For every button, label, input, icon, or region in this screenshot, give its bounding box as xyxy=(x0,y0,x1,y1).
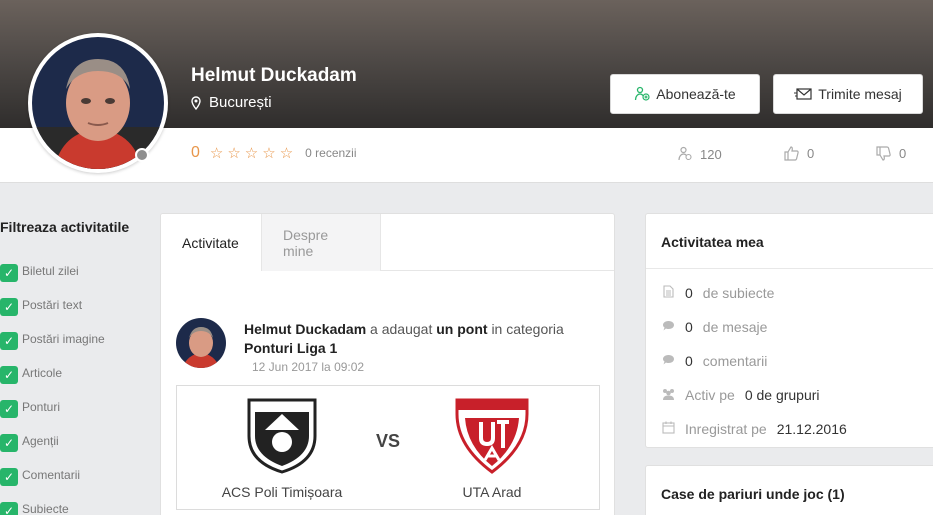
comments-count: 0 xyxy=(685,353,693,369)
groups-row: Activ pe 0 de grupuri xyxy=(646,378,933,412)
filter-label: Ponturi xyxy=(22,400,61,414)
chat-bubble-icon xyxy=(661,320,675,335)
poli-timisoara-crest-icon xyxy=(247,398,317,474)
document-icon xyxy=(661,285,675,301)
activity-filter-list: ✓ Biletul zilei ✓ Postări text ✓ Postări im… xyxy=(0,264,105,515)
checkbox-checked-icon[interactable]: ✓ xyxy=(0,298,18,316)
away-team: UTA Arad xyxy=(412,396,572,500)
bookmakers-title: Case de pariuri unde joc (1) xyxy=(661,486,845,502)
map-pin-icon xyxy=(191,95,201,110)
location-label: București xyxy=(209,94,272,111)
filter-item[interactable]: ✓ Articole xyxy=(0,366,105,400)
checkbox-checked-icon[interactable]: ✓ xyxy=(0,434,18,452)
profile-name: Helmut Duckadam xyxy=(191,65,357,86)
send-message-button[interactable]: Trimite mesaj xyxy=(773,74,923,114)
filter-item[interactable]: ✓ Postări text xyxy=(0,298,105,332)
post-category-link[interactable]: Ponturi Liga 1 xyxy=(244,340,337,356)
post-author-link[interactable]: Helmut Duckadam xyxy=(244,321,366,337)
calendar-icon xyxy=(661,421,675,437)
post-summary: Helmut Duckadam a adaugat un pont in cat… xyxy=(244,320,594,358)
group-icon xyxy=(661,388,675,403)
my-activity-title: Activitatea mea xyxy=(646,214,933,269)
registered-date: 21.12.2016 xyxy=(776,421,847,437)
filter-label: Postări imagine xyxy=(22,332,105,346)
comments-label: comentarii xyxy=(702,353,768,369)
filter-item[interactable]: ✓ Comentarii xyxy=(0,468,105,502)
followers-icon xyxy=(678,146,692,161)
post-category-prefix: in categoria xyxy=(491,321,564,337)
comment-icon xyxy=(661,354,675,369)
dislikes-count: 0 xyxy=(899,146,907,161)
checkbox-checked-icon[interactable]: ✓ xyxy=(0,366,18,384)
away-team-name: UTA Arad xyxy=(462,484,522,500)
follow-user-icon xyxy=(635,86,650,101)
registered-prefix: Inregistrat pe xyxy=(685,421,767,437)
tab-despre-mine[interactable]: Despre mine xyxy=(261,214,381,271)
filter-item[interactable]: ✓ Subiecte xyxy=(0,502,105,515)
filter-item[interactable]: ✓ Postări imagine xyxy=(0,332,105,366)
checkbox-checked-icon[interactable]: ✓ xyxy=(0,264,18,282)
envelope-icon xyxy=(794,88,812,100)
feed-tabs: Activitate Despre mine xyxy=(161,214,614,271)
post-author-avatar[interactable] xyxy=(176,318,226,368)
subjects-count: 0 xyxy=(685,285,693,301)
messages-row: 0 de mesaje xyxy=(646,310,933,344)
likes-stat[interactable]: 0 xyxy=(784,146,814,161)
filter-label: Biletul zilei xyxy=(22,264,79,278)
follow-label: Abonează-te xyxy=(656,86,736,102)
reviews-count[interactable]: 0 recenzii xyxy=(305,146,356,160)
post-date: 12 Jun 2017 la 09:02 xyxy=(252,360,365,374)
registered-row: Inregistrat pe 21.12.2016 xyxy=(646,412,933,446)
filter-item[interactable]: ✓ Ponturi xyxy=(0,400,105,434)
profile-rating: 0 ☆☆☆☆☆ 0 recenzii xyxy=(191,144,357,162)
filter-label: Agenții xyxy=(22,434,59,448)
subjects-label: de subiecte xyxy=(702,285,775,301)
followers-count: 120 xyxy=(700,146,722,162)
filter-item[interactable]: ✓ Biletul zilei xyxy=(0,264,105,298)
bookmakers-card[interactable]: Case de pariuri unde joc (1) xyxy=(645,465,933,515)
groups-prefix: Activ pe xyxy=(685,387,735,403)
checkbox-checked-icon[interactable]: ✓ xyxy=(0,468,18,486)
uta-arad-crest-icon xyxy=(455,398,529,474)
checkbox-checked-icon[interactable]: ✓ xyxy=(0,400,18,418)
post-action: a adaugat xyxy=(370,321,433,337)
messages-count: 0 xyxy=(685,319,693,335)
profile-location: București xyxy=(191,94,272,111)
followers-stat: 120 xyxy=(678,146,722,162)
rating-score: 0 xyxy=(191,144,200,161)
versus-label: VS xyxy=(376,431,401,451)
post-object-link[interactable]: un pont xyxy=(436,321,487,337)
my-activity-card: Activitatea mea 0 de subiecte 0 de mesaj… xyxy=(645,213,933,448)
groups-count: 0 de grupuri xyxy=(744,387,820,403)
filter-label: Subiecte xyxy=(22,502,69,515)
message-label: Trimite mesaj xyxy=(818,86,902,102)
home-team: ACS Poli Timișoara xyxy=(202,396,362,500)
filter-label: Articole xyxy=(22,366,63,380)
likes-count: 0 xyxy=(807,146,815,161)
thumbs-down-icon xyxy=(876,146,891,161)
filter-label: Postări text xyxy=(22,298,83,312)
rating-stars[interactable]: ☆☆☆☆☆ xyxy=(210,144,297,162)
filter-label: Comentarii xyxy=(22,468,81,482)
follow-button[interactable]: Abonează-te xyxy=(610,74,760,114)
comments-row: 0 comentarii xyxy=(646,344,933,378)
tab-activitate[interactable]: Activitate xyxy=(161,214,261,271)
subjects-row: 0 de subiecte xyxy=(646,276,933,310)
activity-feed-card: Activitate Despre mine Helmut Duckadam a… xyxy=(160,213,615,515)
checkbox-checked-icon[interactable]: ✓ xyxy=(0,502,18,515)
filter-item[interactable]: ✓ Agenții xyxy=(0,434,105,468)
home-team-name: ACS Poli Timișoara xyxy=(221,484,343,500)
status-indicator xyxy=(135,148,149,162)
thumbs-up-icon xyxy=(784,146,799,161)
match-card[interactable]: ACS Poli Timișoara VS UTA Arad xyxy=(176,385,600,510)
messages-label: de mesaje xyxy=(702,319,768,335)
dislikes-stat[interactable]: 0 xyxy=(876,146,906,161)
checkbox-checked-icon[interactable]: ✓ xyxy=(0,332,18,350)
filter-title: Filtreaza activitatile xyxy=(0,219,130,235)
